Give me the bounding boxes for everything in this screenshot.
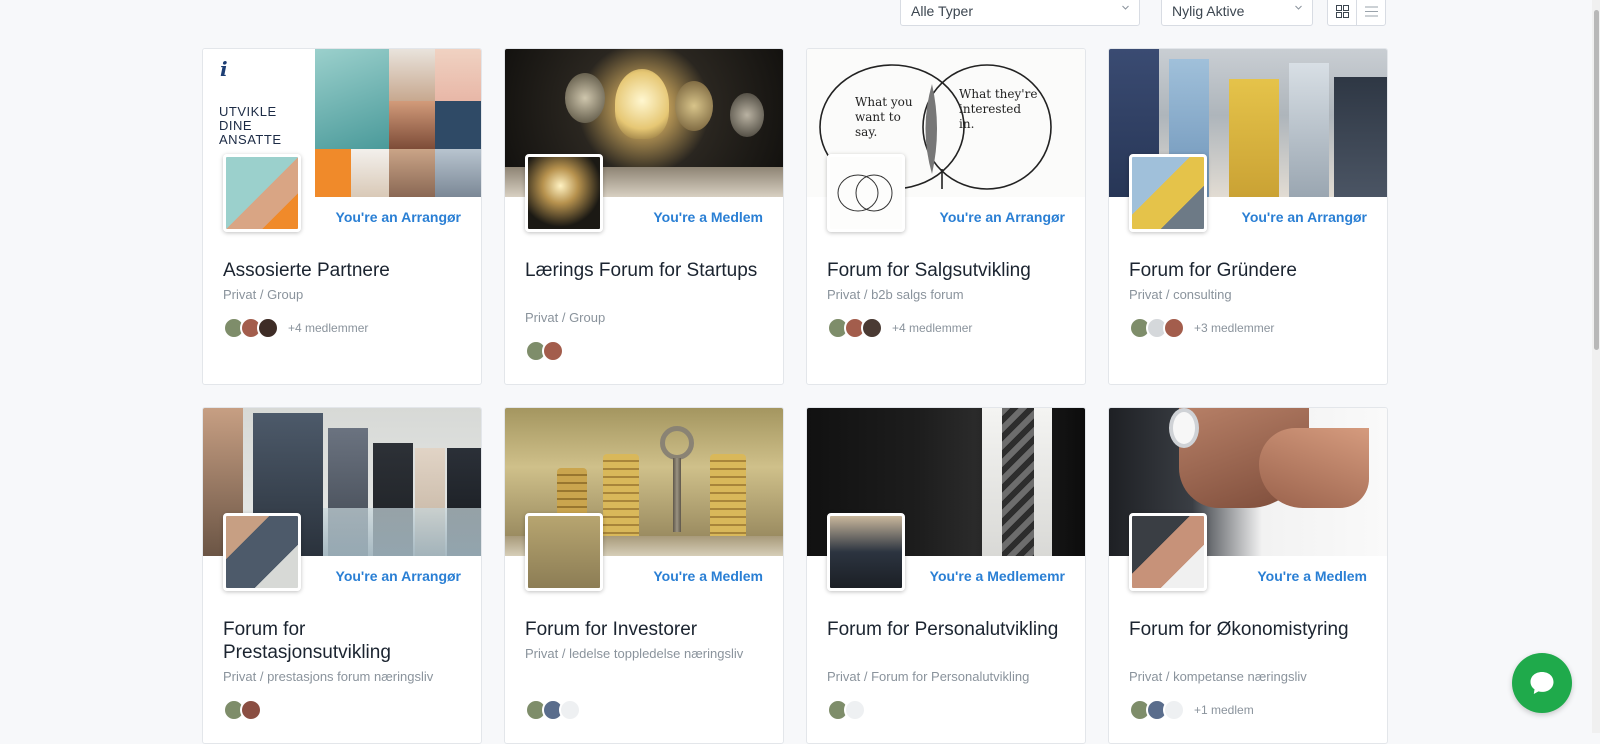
role-label: You're a Medlem (653, 209, 763, 225)
grid-icon (1335, 4, 1349, 18)
group-card[interactable]: What you want to say. What they're inter… (806, 48, 1086, 385)
group-avatar (827, 154, 905, 232)
group-card[interactable]: You're a Medlem Forum for Økonomistyring… (1108, 407, 1388, 744)
group-avatar (1129, 154, 1207, 232)
member-avatars (223, 698, 262, 722)
member-avatar (861, 317, 883, 339)
role-label: You're an Arrangør (335, 568, 461, 584)
chevron-down-icon (1122, 5, 1129, 10)
group-meta: Privat / kompetanse næringsliv (1129, 669, 1307, 684)
member-avatar (844, 699, 866, 721)
member-avatars (525, 698, 581, 722)
group-meta: Privat / prestasjons forum næringsliv (223, 669, 434, 684)
role-label: You're a Medlem (653, 568, 763, 584)
list-icon (1364, 6, 1378, 16)
company-logo: i (220, 57, 228, 81)
group-avatar (223, 513, 301, 591)
chat-bubble-icon (1530, 672, 1554, 694)
group-avatar (223, 154, 301, 232)
role-label: You're an Arrangør (939, 209, 1065, 225)
group-meta: Privat / ledelse toppledelse næringsliv (525, 646, 744, 661)
group-title[interactable]: Forum for Personalutvikling (827, 618, 1067, 641)
sketch-right-text: What they're interested in. (959, 87, 1038, 131)
member-count: +4 medlemmer (892, 321, 973, 335)
member-avatars: +3 medlemmer (1129, 316, 1274, 340)
member-avatar (542, 340, 564, 362)
type-filter-value: Alle Typer (911, 3, 973, 19)
role-label: You're an Arrangør (335, 209, 461, 225)
role-label: You're an Arrangør (1241, 209, 1367, 225)
member-count: +1 medlem (1194, 703, 1254, 717)
member-avatars (525, 339, 564, 363)
group-card[interactable]: You're a Medlememr Forum for Personalutv… (806, 407, 1086, 744)
group-title[interactable]: Forum for Prestasjonsutvikling (223, 618, 463, 664)
group-card[interactable]: i UTVIKLE DINE ANSATTE You're an Arrangø… (202, 48, 482, 385)
group-card[interactable]: You're an Arrangør Forum for Prestasjons… (202, 407, 482, 744)
role-label: You're a Medlememr (929, 568, 1065, 584)
member-avatar (559, 699, 581, 721)
member-count: +3 medlemmer (1194, 321, 1275, 335)
order-filter-select[interactable]: Nylig Aktive (1161, 0, 1313, 26)
group-meta: Privat / consulting (1129, 287, 1232, 302)
member-avatars (827, 698, 866, 722)
member-avatar (240, 699, 262, 721)
list-view-button[interactable] (1356, 0, 1386, 26)
member-count: +4 medlemmer (288, 321, 369, 335)
chevron-down-icon (1295, 5, 1302, 10)
member-avatar (1163, 699, 1185, 721)
group-card[interactable]: You're a Medlem Forum for Investorer Pri… (504, 407, 784, 744)
group-card[interactable]: You're an Arrangør Forum for Gründere Pr… (1108, 48, 1388, 385)
group-card[interactable]: You're a Medlem Lærings Forum for Startu… (504, 48, 784, 385)
grid-view-button[interactable] (1327, 0, 1357, 26)
member-avatar (1163, 317, 1185, 339)
group-title[interactable]: Forum for Økonomistyring (1129, 618, 1369, 641)
group-avatar (827, 513, 905, 591)
chat-widget-button[interactable] (1512, 653, 1572, 713)
member-avatar (257, 317, 279, 339)
order-filter-value: Nylig Aktive (1172, 3, 1245, 19)
member-avatars: +4 medlemmer (827, 316, 972, 340)
group-title[interactable]: Assosierte Partnere (223, 259, 463, 282)
role-label: You're a Medlem (1257, 568, 1367, 584)
group-avatar (1129, 513, 1207, 591)
type-filter-select[interactable]: Alle Typer (900, 0, 1140, 26)
sketch-left-text: What you want to say. (855, 95, 913, 139)
page-scrollbar[interactable] (1592, 0, 1600, 733)
filter-bar: Alle Typer Nylig Aktive (0, 0, 1600, 30)
member-avatars: +1 medlem (1129, 698, 1254, 722)
group-title[interactable]: Forum for Investorer (525, 618, 765, 641)
group-meta: Privat / Forum for Personalutvikling (827, 669, 1030, 684)
group-title[interactable]: Forum for Salgsutvikling (827, 259, 1067, 282)
group-title[interactable]: Forum for Gründere (1129, 259, 1369, 282)
group-meta: Privat / Group (525, 310, 606, 325)
scrollbar-thumb[interactable] (1594, 10, 1599, 350)
member-avatars: +4 medlemmer (223, 316, 368, 340)
group-avatar (525, 154, 603, 232)
group-meta: Privat / b2b salgs forum (827, 287, 964, 302)
cover-headline: UTVIKLE DINE ANSATTE (219, 104, 282, 147)
group-avatar (525, 513, 603, 591)
group-meta: Privat / Group (223, 287, 304, 302)
group-title[interactable]: Lærings Forum for Startups (525, 259, 765, 282)
